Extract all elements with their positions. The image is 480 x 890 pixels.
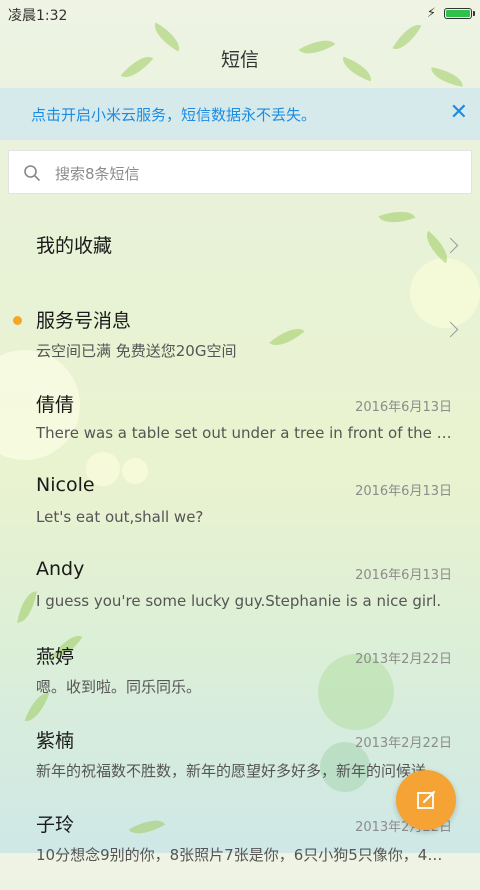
banner-text[interactable]: 点击开启小米云服务，短信数据永不丢失。	[31, 104, 316, 125]
message-preview: I guess you're some lucky guy.Stephanie …	[36, 592, 442, 610]
message-preview: There was a table set out under a tree i…	[36, 424, 452, 442]
conversation-row[interactable]: 倩倩 2016年6月13日 There was a table set out un…	[0, 386, 480, 470]
contact-name: Andy	[36, 558, 85, 580]
message-date: 2016年6月13日	[355, 484, 452, 499]
battery-level	[446, 10, 470, 17]
chevron-right-icon	[442, 321, 459, 338]
message-preview: Let's eat out,shall we?	[36, 508, 204, 526]
message-preview: 新年的祝福数不胜数，新年的愿望好多好多，新年的问候送给你	[36, 762, 452, 780]
conversation-row[interactable]: Nicole 2016年6月13日 Let's eat out,shall we?	[0, 470, 480, 554]
message-date: 2013年2月22日	[355, 736, 452, 751]
message-preview: 云空间已满 免费送您20G空间	[36, 342, 237, 360]
page-title: 短信	[220, 49, 259, 71]
contact-name: 紫楠	[36, 730, 75, 752]
compose-icon	[417, 791, 435, 809]
close-icon[interactable]: ✕	[450, 100, 468, 126]
message-preview: 10分想念9别的你，8张照片7张是你，6只小狗5只像你，4个季节	[36, 846, 452, 864]
message-date: 2016年6月13日	[355, 568, 452, 583]
status-bar: 凌晨1:32 ⚡	[0, 0, 480, 28]
contact-name: Nicole	[36, 474, 95, 496]
cloud-service-banner[interactable]: 点击开启小米云服务，短信数据永不丢失。 ✕	[0, 88, 480, 140]
message-date: 2013年2月22日	[355, 652, 452, 667]
favorites-label: 我的收藏	[36, 235, 113, 257]
compose-button[interactable]	[396, 770, 456, 830]
message-preview: 嗯。收到啦。同乐同乐。	[36, 678, 202, 696]
unread-dot	[13, 316, 22, 325]
contact-name: 倩倩	[36, 394, 75, 416]
contact-name: 子玲	[36, 814, 75, 836]
charging-icon: ⚡	[426, 6, 436, 21]
status-time: 凌晨1:32	[8, 8, 68, 24]
favorites-row[interactable]: 我的收藏	[0, 215, 480, 275]
search-bar[interactable]: 搜索8条短信	[8, 150, 472, 194]
search-icon	[24, 165, 40, 181]
message-date: 2016年6月13日	[355, 400, 452, 415]
search-input[interactable]: 搜索8条短信	[55, 163, 140, 184]
battery-icon	[444, 8, 475, 19]
chevron-right-icon	[442, 237, 459, 254]
conversation-row[interactable]: 服务号消息云空间已满 免费送您20G空间	[0, 302, 480, 386]
conversation-row[interactable]: 燕婷 2013年2月22日嗯。收到啦。同乐同乐。	[0, 638, 480, 722]
contact-name: 服务号消息	[36, 310, 132, 332]
conversation-row[interactable]: Andy 2016年6月13日 I guess you're some lucky …	[0, 554, 480, 638]
contact-name: 燕婷	[36, 646, 75, 668]
